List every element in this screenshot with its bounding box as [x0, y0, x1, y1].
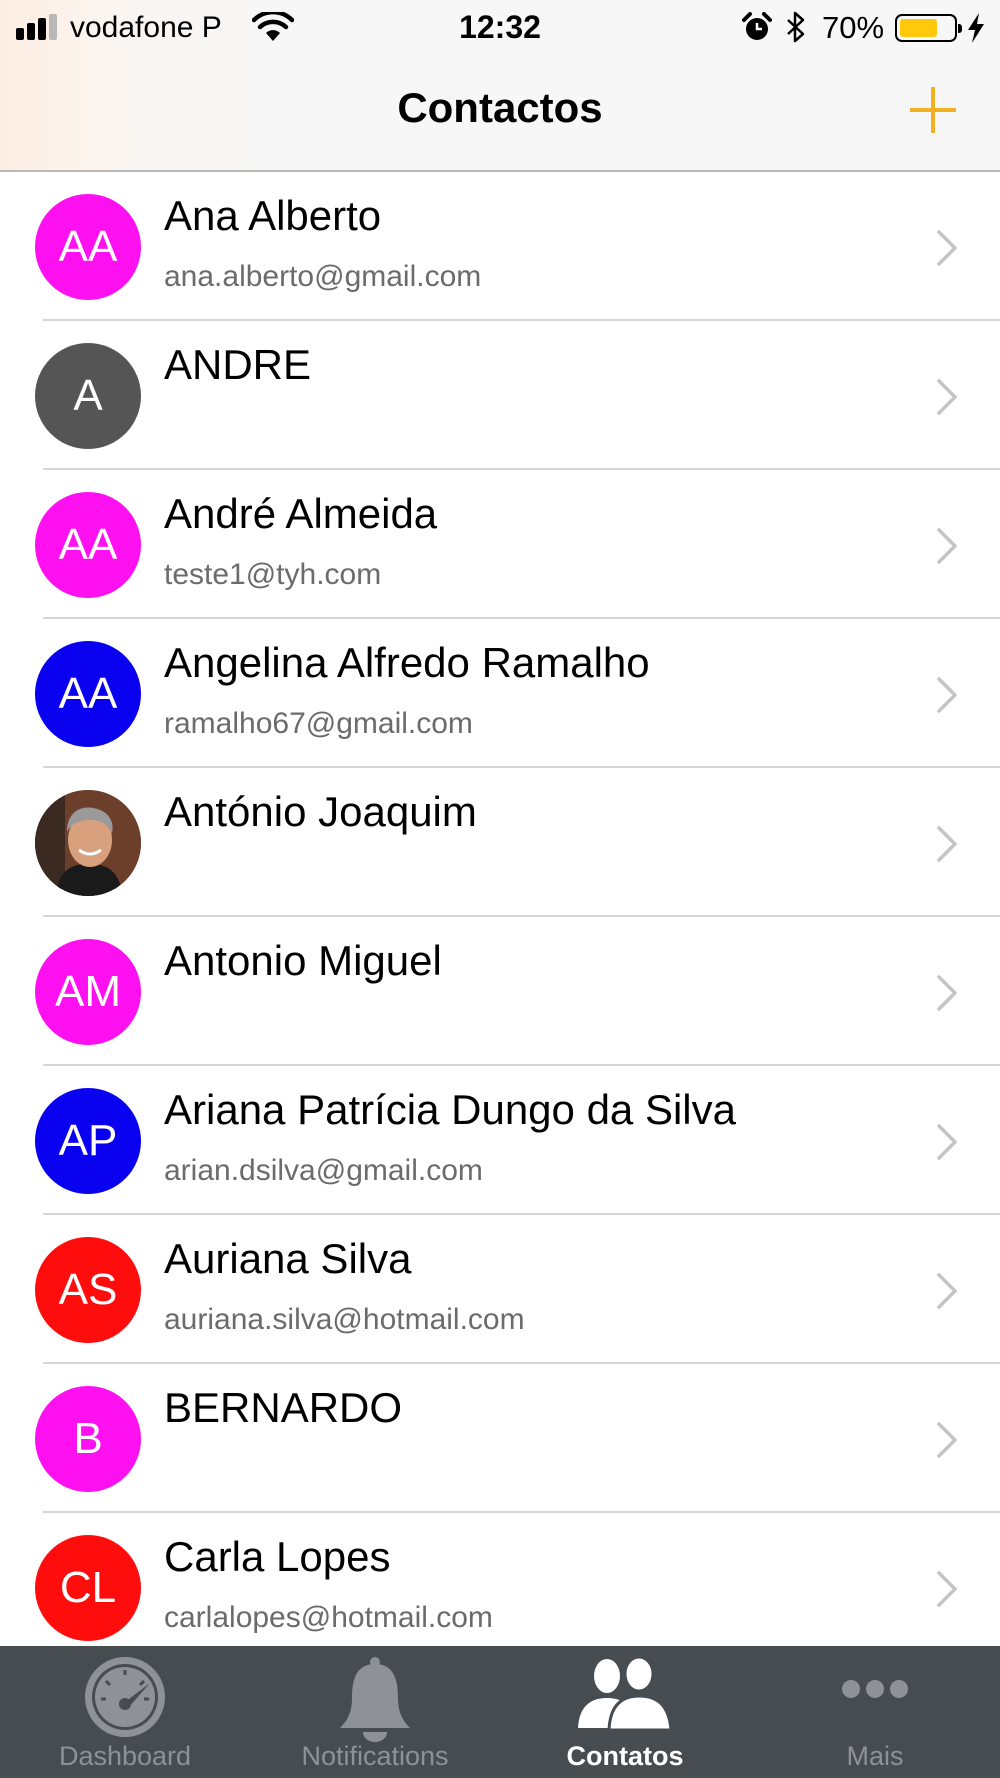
contact-name: BERNARDO: [164, 1384, 403, 1431]
contact-name: Ana Alberto: [164, 192, 382, 239]
avatar-initials: AA: [58, 669, 118, 718]
tab-label-mais: Mais: [846, 1741, 904, 1771]
plus-icon: [910, 87, 956, 133]
avatar: AP: [35, 1088, 141, 1194]
contact-name: Antonio Miguel: [164, 937, 442, 984]
chevron-right-icon: [937, 975, 957, 1011]
avatar-initials: A: [73, 371, 103, 420]
status-bar: vodafone P 12:32 70%: [0, 0, 1000, 56]
speedometer-icon: [85, 1657, 165, 1737]
contact-name: Auriana Silva: [164, 1235, 412, 1282]
battery-icon: [895, 14, 962, 42]
contact-email: teste1@tyh.com: [164, 558, 382, 591]
contact-row[interactable]: CL Carla Lopes carlalopes@hotmail.com: [0, 1513, 1000, 1662]
chevron-right-icon: [937, 528, 957, 564]
avatar-initials: AM: [55, 967, 121, 1016]
avatar: AA: [35, 492, 141, 598]
contact-row[interactable]: A ANDRE: [0, 321, 1000, 470]
avatar-initials: AA: [58, 222, 118, 271]
chevron-right-icon: [937, 1273, 957, 1309]
charging-icon: [968, 13, 984, 43]
tab-label-contatos: Contatos: [566, 1741, 684, 1771]
avatar-initials: CL: [59, 1563, 117, 1612]
contact-email: carlalopes@hotmail.com: [164, 1601, 493, 1634]
contact-row[interactable]: AP Ariana Patrícia Dungo da Silva arian.ds…: [0, 1066, 1000, 1215]
contact-email: arian.dsilva@gmail.com: [164, 1154, 483, 1187]
bell-icon: [340, 1657, 410, 1742]
avatar: AA: [35, 641, 141, 747]
tab-label-dashboard: Dashboard: [58, 1741, 192, 1771]
contact-email: ramalho67@gmail.com: [164, 707, 473, 740]
avatar: [35, 790, 141, 896]
contact-photo: [35, 790, 141, 896]
contact-row[interactable]: AS Auriana Silva auriana.silva@hotmail.com: [0, 1215, 1000, 1364]
avatar: CL: [35, 1535, 141, 1641]
avatar-initials: AS: [58, 1265, 118, 1314]
tab-dashboard[interactable]: Dashboard: [0, 1646, 250, 1778]
tab-bar: Dashboard Notifications Contatos Mais: [0, 1646, 1000, 1778]
top-bar: vodafone P 12:32 70% Contactos: [0, 0, 1000, 172]
contact-email: auriana.silva@hotmail.com: [164, 1303, 525, 1336]
avatar: A: [35, 343, 141, 449]
people-icon: [578, 1656, 673, 1732]
contact-name: Ariana Patrícia Dungo da Silva: [164, 1086, 736, 1133]
contact-name: Carla Lopes: [164, 1533, 391, 1580]
contact-name: ANDRE: [164, 341, 312, 388]
contact-name: Angelina Alfredo Ramalho: [164, 639, 650, 686]
bluetooth-icon: [787, 11, 805, 43]
chevron-right-icon: [937, 677, 957, 713]
avatar: AA: [35, 194, 141, 300]
contact-name: André Almeida: [164, 490, 438, 537]
contact-row[interactable]: AA André Almeida teste1@tyh.com: [0, 470, 1000, 619]
page-title: Contactos: [397, 84, 603, 131]
contact-name: António Joaquim: [164, 788, 477, 835]
tab-label-notifications: Notifications: [301, 1741, 449, 1771]
contact-row[interactable]: B BERNARDO: [0, 1364, 1000, 1513]
contacts-list: AA Ana Alberto ana.alberto@gmail.com A ANDRE…: [0, 172, 1000, 1662]
chevron-right-icon: [937, 1571, 957, 1607]
avatar: AM: [35, 939, 141, 1045]
chevron-right-icon: [937, 826, 957, 862]
chevron-right-icon: [937, 230, 957, 266]
contact-email: ana.alberto@gmail.com: [164, 260, 482, 293]
avatar-initials: B: [73, 1414, 103, 1463]
tab-mais[interactable]: Mais: [750, 1646, 1000, 1778]
battery-percent: 70%: [822, 10, 885, 45]
alarm-icon: [742, 12, 772, 40]
add-contact-button[interactable]: [908, 85, 958, 135]
contact-row[interactable]: António Joaquim: [0, 768, 1000, 917]
contact-row[interactable]: AA Ana Alberto ana.alberto@gmail.com: [0, 172, 1000, 321]
avatar: AS: [35, 1237, 141, 1343]
tab-notifications[interactable]: Notifications: [250, 1646, 500, 1778]
tab-contatos[interactable]: Contatos: [500, 1646, 750, 1778]
contact-row[interactable]: AA Angelina Alfredo Ramalho ramalho67@gmai…: [0, 619, 1000, 768]
avatar-initials: AP: [58, 1116, 118, 1165]
avatar-initials: AA: [58, 520, 118, 569]
contact-row[interactable]: AM Antonio Miguel: [0, 917, 1000, 1066]
chevron-right-icon: [937, 1422, 957, 1458]
avatar: B: [35, 1386, 141, 1492]
chevron-right-icon: [937, 379, 957, 415]
more-dots-icon: [842, 1680, 908, 1698]
chevron-right-icon: [937, 1124, 957, 1160]
